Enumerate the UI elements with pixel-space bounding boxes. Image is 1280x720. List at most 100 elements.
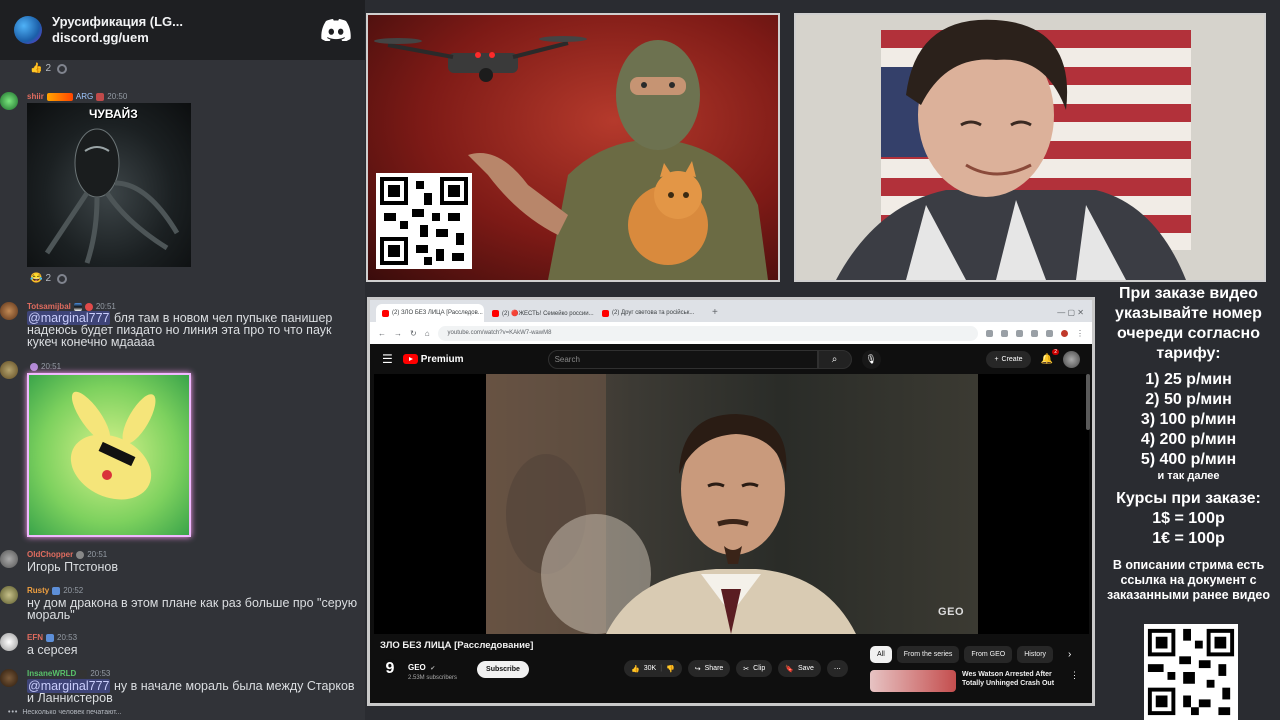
youtube-header: ☰ Premium Search ⌕ 🎙 + Create 🔔 2 — [370, 344, 1092, 374]
user-avatar[interactable] — [0, 92, 18, 110]
menu-dots-icon[interactable]: ⋮ — [1076, 329, 1084, 338]
username[interactable]: shiir — [27, 92, 44, 101]
chip-all[interactable]: All — [870, 646, 892, 663]
video-watermark: GEO — [938, 606, 964, 618]
server-invite[interactable]: discord.gg/uem — [52, 30, 311, 46]
recommended-title[interactable]: Wes Watson Arrested After Totally Unhing… — [962, 670, 1064, 688]
message-text: Игорь Птстонов — [27, 560, 119, 574]
username[interactable]: InsaneWRLD — [27, 669, 76, 678]
user-avatar[interactable] — [0, 302, 18, 320]
flag-icon — [96, 92, 105, 101]
hamburger-menu-icon[interactable]: ☰ — [382, 352, 393, 366]
video-frame[interactable]: GEO — [486, 374, 978, 634]
window-controls[interactable]: — ▢ ✕ — [1049, 304, 1092, 322]
video-player[interactable]: GEO — [374, 374, 1089, 634]
subscriber-count: 2.53M subscribers — [408, 675, 458, 681]
browser-window: (2) ЗЛО БЕЗ ЛИЦА [Расследов... (2) 🔴ЖЕСТ… — [367, 297, 1095, 706]
create-button[interactable]: + Create — [986, 350, 1031, 368]
chevron-right-icon[interactable]: › — [1068, 649, 1071, 660]
search-button[interactable]: ⌕ — [817, 349, 852, 369]
microphone-icon: 🎙 — [865, 353, 877, 364]
info-note: В описании стрима есть ссылка на докумен… — [1107, 558, 1270, 602]
youtube-favicon-icon — [492, 309, 499, 317]
qr-code-icon[interactable] — [376, 173, 472, 269]
message-header: OldChopper 20:51 — [27, 550, 107, 559]
channel-name[interactable]: GEO — [408, 663, 426, 672]
chip-history[interactable]: History — [1017, 646, 1054, 663]
recommended-thumbnail[interactable] — [870, 670, 956, 692]
browser-tab[interactable]: (2) ЗЛО БЕЗ ЛИЦА [Расследов... — [376, 304, 484, 322]
extension-icon[interactable] — [1016, 329, 1023, 337]
reload-icon[interactable]: ↻ — [410, 329, 417, 338]
search-input[interactable]: Search — [547, 349, 818, 369]
username[interactable]: Totsamijbal — [27, 302, 71, 311]
chat-message: 20:51 — [0, 361, 365, 379]
webcam-scene — [796, 15, 1264, 280]
notifications-button[interactable]: 🔔 2 — [1041, 348, 1059, 365]
chip-from-channel[interactable]: From GEO — [964, 646, 1013, 663]
role-icon — [52, 586, 61, 595]
username[interactable]: EFN — [27, 633, 43, 642]
rates-title: Курсы при заказе: — [1116, 490, 1261, 507]
username[interactable]: OldChopper — [27, 550, 73, 559]
share-button[interactable]: ↪ Share — [687, 660, 731, 677]
laugh-icon: 😂 — [30, 273, 43, 284]
user-avatar[interactable] — [0, 586, 18, 604]
search-icon: ⌕ — [831, 353, 838, 365]
role-icon — [84, 302, 93, 311]
back-icon[interactable]: ← — [378, 329, 386, 338]
more-vert-icon[interactable]: ⋮ — [1070, 670, 1079, 692]
alien-meme-image[interactable]: ЧУВАЙЗ — [27, 103, 191, 267]
reaction-pill[interactable]: 😂 2 — [30, 273, 51, 284]
youtube-logo[interactable]: Premium — [402, 354, 464, 365]
bunny-sticker-image[interactable] — [27, 373, 191, 537]
qr-pattern — [380, 177, 468, 265]
scrollbar[interactable] — [1086, 374, 1090, 430]
user-avatar[interactable] — [0, 633, 18, 651]
image-caption: ЧУВАЙЗ — [89, 107, 138, 121]
extension-icon[interactable] — [1031, 329, 1038, 337]
profile-icon[interactable] — [1061, 329, 1068, 337]
chat-message: Totsamijbal 20:51 @marginal777 бля там в… — [0, 300, 365, 352]
role-icon — [46, 633, 54, 642]
timestamp: 20:51 — [95, 302, 116, 311]
username[interactable]: Rusty — [27, 586, 49, 595]
more-actions-button[interactable]: ⋯ — [826, 660, 848, 677]
add-reaction-icon[interactable] — [57, 63, 68, 74]
rate-eur: 1€ = 100р — [1152, 530, 1225, 547]
browser-tab-bar: (2) ЗЛО БЕЗ ЛИЦА [Расследов... (2) 🔴ЖЕСТ… — [370, 300, 1092, 322]
recommended-video[interactable]: Wes Watson Arrested After Totally Unhing… — [870, 670, 1079, 692]
discord-logo-icon — [321, 19, 351, 41]
thumbs-down-icon[interactable]: 👎 — [666, 665, 675, 673]
chip-from-series[interactable]: From the series — [896, 646, 960, 663]
browser-tab[interactable]: (2) 🔴ЖЕСТЬ! Семейко россии... — [486, 304, 594, 322]
forward-icon[interactable]: → — [394, 329, 402, 338]
chat-header: Урусификация (LG... discord.gg/uem — [0, 0, 365, 60]
user-avatar[interactable] — [0, 361, 18, 379]
save-button[interactable]: 🔖 Save — [778, 660, 821, 677]
avatar[interactable] — [1063, 350, 1080, 368]
voice-search-button[interactable]: 🎙 — [861, 349, 881, 369]
add-reaction-icon[interactable] — [57, 273, 68, 284]
extension-icon[interactable] — [1001, 329, 1008, 337]
chat-message: OldChopper 20:51 Игорь Птстонов — [0, 549, 365, 575]
home-icon[interactable]: ⌂ — [425, 329, 430, 338]
subscribe-button[interactable]: Subscribe — [477, 660, 529, 678]
clip-button[interactable]: ✂ Clip — [736, 660, 773, 677]
bookmark-icon: 🔖 — [785, 665, 794, 673]
server-avatar[interactable] — [14, 16, 42, 44]
browser-tab[interactable]: (2) Друг светова та російськ... — [596, 304, 704, 322]
extension-icon[interactable] — [986, 329, 993, 337]
extension-icon[interactable] — [1046, 329, 1053, 337]
chat-message: EFN 20:53 а серсея — [0, 632, 365, 658]
reaction-pill[interactable]: 👍 2 — [30, 63, 51, 74]
qr-code-icon[interactable] — [1144, 624, 1238, 720]
tariff-item: 2) 50 р/мин — [1145, 391, 1232, 408]
user-avatar[interactable] — [0, 669, 18, 687]
role-icon — [79, 669, 88, 678]
new-tab-button[interactable]: + — [706, 304, 724, 322]
url-field[interactable]: youtube.com/watch?v=KAkW7-wawM8 — [437, 325, 978, 341]
channel-avatar[interactable]: 9 — [380, 659, 400, 679]
like-button[interactable]: 👍 30K | 👎 — [624, 660, 682, 677]
user-avatar[interactable] — [0, 550, 18, 568]
